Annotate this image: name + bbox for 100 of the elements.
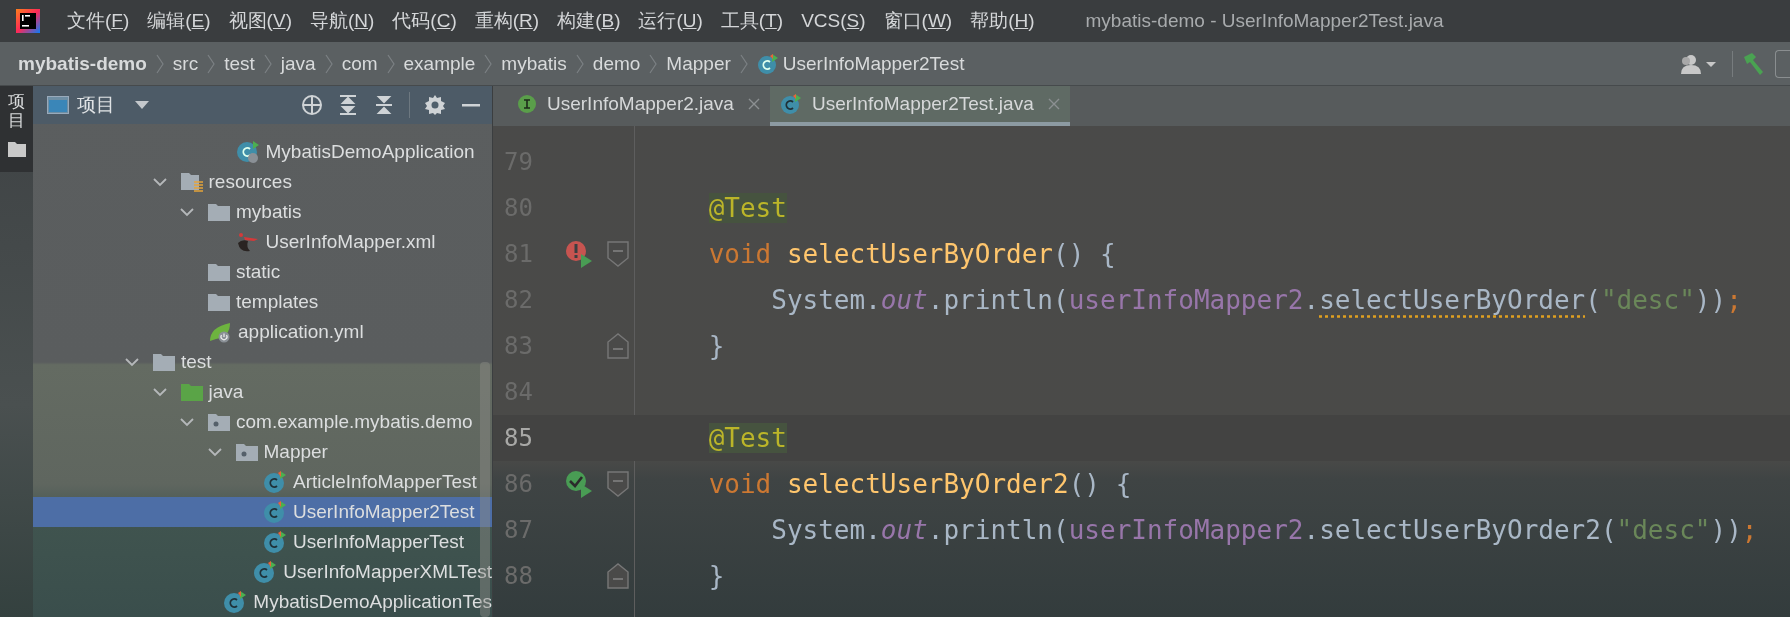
interface-icon (517, 94, 537, 114)
breadcrumb-item[interactable]: java (274, 52, 322, 75)
fold-marker-icon[interactable] (607, 563, 629, 589)
breadcrumb-item[interactable]: demo (586, 52, 647, 75)
breadcrumb-item[interactable]: test (218, 52, 261, 75)
menu-item[interactable]: 导航(N) (304, 8, 380, 34)
code-line: } (707, 561, 725, 591)
chevron-icon (386, 53, 395, 74)
tree-item[interactable]: static (33, 257, 492, 287)
folder-icon[interactable] (7, 141, 26, 158)
chevron-down-icon[interactable] (180, 205, 194, 219)
code-line: void selectUserByOrder2() { (707, 469, 1132, 499)
menu-item[interactable]: 运行(U) (633, 8, 708, 34)
fold-marker-icon[interactable] (607, 333, 629, 359)
menu-item[interactable]: 帮助(H) (965, 8, 1040, 34)
chevron-down-icon[interactable] (180, 415, 194, 429)
chevron-down-icon[interactable] (125, 355, 139, 369)
chevron-down-icon[interactable] (152, 385, 167, 399)
folder-icon (208, 293, 230, 311)
close-icon[interactable] (1047, 98, 1060, 110)
editor-tab[interactable]: UserInfoMapper2.java (507, 86, 770, 126)
class-icon (235, 140, 260, 164)
app-logo-icon[interactable] (16, 9, 40, 33)
tree-item[interactable]: application.yml (33, 317, 492, 347)
line-number: 85 (503, 424, 533, 452)
folder-icon (180, 383, 203, 401)
tree-item[interactable]: UserInfoMapperTest (33, 527, 492, 557)
menu-item[interactable]: 重构(R) (469, 8, 545, 34)
chevron-icon (207, 53, 216, 74)
locate-icon[interactable] (301, 94, 323, 116)
run-passed-icon[interactable] (565, 470, 593, 498)
chevron-icon (484, 53, 493, 74)
menu-item[interactable]: 代码(C) (387, 8, 462, 34)
breadcrumb-item[interactable]: mybatis-demo (12, 52, 153, 75)
chevron-icon (649, 53, 658, 74)
class-icon (263, 500, 287, 524)
breadcrumb-item[interactable]: UserInfoMapper2Test (750, 52, 971, 75)
breadcrumb-item[interactable]: mybatis (495, 52, 573, 75)
chevron-down-icon[interactable] (207, 445, 222, 459)
hammer-icon[interactable] (1741, 51, 1765, 76)
fold-marker-icon[interactable] (607, 241, 629, 267)
class-icon (756, 52, 779, 75)
collapse-all-icon[interactable] (373, 94, 395, 116)
class-icon (263, 470, 287, 494)
code-line: } (707, 331, 725, 361)
breadcrumb-item[interactable]: Mapper (660, 52, 737, 75)
menu-item[interactable]: 工具(T) (715, 8, 789, 34)
class-icon (253, 560, 278, 584)
expand-all-icon[interactable] (337, 94, 359, 116)
package-folder-icon (208, 413, 230, 431)
close-icon[interactable] (747, 98, 760, 110)
window-title: mybatis-demo - UserInfoMapper2Test.java (1085, 10, 1444, 32)
caret-icon[interactable] (135, 101, 149, 109)
breadcrumb-item[interactable]: src (166, 52, 205, 75)
folder-icon (208, 263, 230, 281)
menu-item[interactable]: 构建(B) (552, 8, 626, 34)
panel-icon (47, 96, 69, 114)
tree-item[interactable]: com.example.mybatis.demo (33, 407, 492, 437)
chevron-icon (263, 53, 272, 74)
editor-tab[interactable]: UserInfoMapper2Test.java (769, 86, 1070, 126)
menu-item[interactable]: 编辑(E) (142, 8, 216, 34)
bird-icon (235, 231, 260, 253)
run-failed-icon[interactable] (565, 240, 593, 268)
chevron-icon (575, 53, 584, 74)
tree-item[interactable]: ArticleInfoMapperTest (33, 467, 492, 497)
tree-item[interactable]: mybatis (33, 197, 492, 227)
breadcrumb-item[interactable]: example (397, 52, 482, 75)
code-line: void selectUserByOrder() { (707, 239, 1116, 269)
menu-item[interactable]: VCS(S) (796, 10, 871, 32)
chevron-icon (739, 53, 748, 74)
tree-item[interactable]: Mapper (33, 437, 492, 467)
folder-icon (208, 203, 230, 221)
code-line: System.out.println(userInfoMapper2.selectUserByOrder("desc")); (770, 285, 1742, 315)
tree-item[interactable]: resources (33, 167, 492, 197)
code-line: System.out.println(userInfoMapper2.selectUserByOrder2("desc")); (770, 515, 1758, 545)
breadcrumb-item[interactable]: com (335, 52, 384, 75)
menu-item[interactable]: 视图(V) (223, 8, 297, 34)
tree-item[interactable]: MybatisDemoApplicationTes (33, 587, 492, 617)
fold-marker-icon[interactable] (607, 471, 629, 497)
class-icon (223, 590, 248, 614)
tree-item[interactable]: test (33, 347, 492, 377)
folder-icon (153, 353, 175, 371)
menu-item[interactable]: 窗口(W) (878, 8, 958, 34)
tree-item[interactable]: UserInfoMapper.xml (33, 227, 492, 257)
tree-item[interactable]: MybatisDemoApplication (33, 137, 492, 167)
settings-icon[interactable] (424, 94, 446, 116)
leaf-icon (208, 321, 232, 343)
chevron-icon (324, 53, 333, 74)
menu-item[interactable]: 文件(F) (62, 8, 135, 34)
class-icon (779, 93, 802, 115)
package-folder-icon (235, 443, 258, 461)
tree-item[interactable]: java (33, 377, 492, 407)
chevron-icon (155, 53, 164, 74)
class-icon (263, 530, 287, 554)
tree-item[interactable]: UserInfoMapper2Test (33, 497, 492, 527)
toolbar-button-edge[interactable] (1775, 49, 1790, 78)
panel-title: 项目 (77, 92, 115, 117)
tree-item[interactable]: templates (33, 287, 492, 317)
tree-item[interactable]: UserInfoMapperXMLTest (33, 557, 492, 587)
chevron-down-icon[interactable] (152, 175, 167, 189)
